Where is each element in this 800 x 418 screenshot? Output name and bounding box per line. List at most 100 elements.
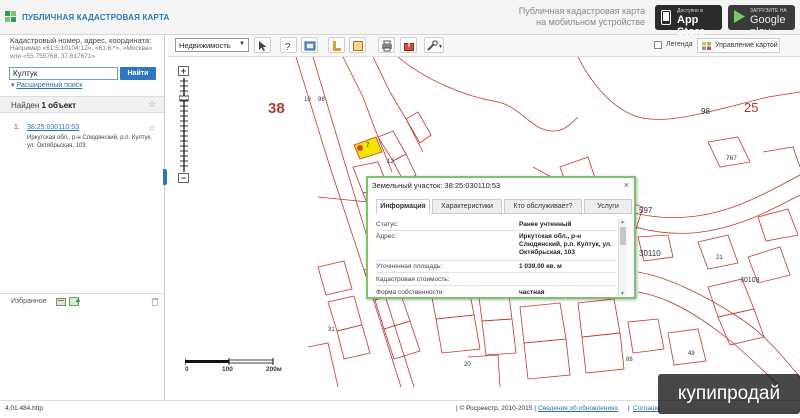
trash-icon[interactable]	[151, 297, 159, 306]
row-label: Кадастровая стоимость:	[376, 276, 450, 283]
tab-who-serves[interactable]: Кто обслуживает?	[504, 199, 582, 214]
map-label: 98	[318, 97, 325, 103]
parcel-info-popup: Земельный участок: 38:25:030110:53 × Инф…	[366, 176, 636, 299]
search-label: Кадастровый номер, адрес, координата:	[10, 36, 152, 45]
map-canvas[interactable]: 38 10 98 98 25 767 597 30110 30103 7 12 …	[168, 57, 800, 387]
play-icon	[734, 10, 745, 23]
export-icon	[404, 41, 414, 51]
svg-text:?: ?	[285, 42, 291, 52]
advanced-search-label: Расширенный поиск	[16, 82, 83, 89]
map-label: 30110	[639, 249, 661, 258]
layers-tool-button[interactable]	[301, 37, 318, 53]
map-label: 49	[688, 351, 695, 357]
results-header: Найден 1 объект ☆	[0, 96, 164, 113]
map-label: 767	[726, 155, 737, 162]
map-label: 7	[366, 143, 370, 149]
close-icon[interactable]: ×	[624, 180, 629, 190]
row-divider	[376, 260, 616, 261]
agreement-link[interactable]: Соглаше	[633, 405, 660, 412]
row-label: Уточненная площадь:	[376, 263, 443, 270]
result-number: 1.	[14, 124, 20, 131]
search-button[interactable]: Найти	[120, 67, 156, 80]
left-panel: Кадастровый номер, адрес, координата: На…	[0, 35, 165, 400]
tab-information[interactable]: Информация	[376, 199, 430, 214]
mobile-promo: Публичная кадастровая карта на мобильном…	[519, 6, 645, 28]
row-divider	[376, 272, 616, 273]
row-value: Ранее учтенный	[519, 221, 572, 228]
map-label: 98	[701, 107, 710, 116]
map-label: 20	[464, 362, 471, 368]
map-label: 88	[626, 357, 633, 363]
map-management-button[interactable]: Управление картой	[697, 38, 780, 53]
legend-checkbox[interactable]	[654, 41, 662, 49]
logo-icon[interactable]	[5, 11, 17, 23]
results-count: Найден 1 объект	[11, 101, 76, 110]
app-store-button[interactable]: Доступно в App Store	[655, 5, 722, 38]
updates-link[interactable]: Сведения об обновлениях	[538, 405, 618, 412]
layer-select[interactable]: Недвижимость ▼	[175, 38, 249, 52]
mobile-promo-line2: на мобильном устройстве	[536, 17, 645, 27]
result-cadastral-link[interactable]: 38:25:030110:53	[27, 124, 79, 131]
popup-info-rows: Статус: Ранее учтенный Адрес: Иркутская …	[376, 219, 616, 297]
collapse-panel-handle[interactable]	[163, 169, 167, 185]
map-management-label: Управление картой	[715, 42, 778, 49]
wrench-icon: ▼	[427, 40, 443, 51]
status-separator: |	[628, 405, 630, 412]
watermark-badge: купипродай	[658, 374, 800, 414]
favorites-label: Избранное	[11, 298, 47, 305]
search-input[interactable]	[9, 67, 118, 80]
layer-select-value: Недвижимость	[179, 41, 231, 50]
zoom-slider[interactable]	[179, 78, 189, 172]
scroll-down-icon[interactable]: ▼	[620, 291, 625, 297]
map-label: 25	[744, 100, 759, 115]
cursor-info-icon	[259, 41, 267, 51]
app-title[interactable]: ПУБЛИЧНАЯ КАДАСТРОВАЯ КАРТА	[22, 13, 170, 22]
phone-icon	[661, 10, 671, 25]
map-label: 31	[328, 327, 335, 333]
popup-tabs: Информация Характеристики Кто обслуживае…	[376, 199, 632, 214]
results-found-count: 1 объект	[41, 101, 77, 110]
result-address: Иркутская обл., р-н Слюдянский, р.п. Кул…	[27, 135, 152, 149]
row-divider	[376, 285, 616, 286]
map-label: 12	[387, 159, 394, 165]
row-value: 1 039.00 кв. м	[519, 263, 562, 270]
scale-label: 100	[222, 366, 233, 373]
tools-menu-button[interactable]: ▼	[424, 37, 444, 53]
status-copyright: | © Росреестр, 2010-2015 |	[456, 405, 536, 412]
map-label: 597	[639, 206, 653, 215]
question-icon: ?	[285, 42, 291, 52]
print-button[interactable]	[378, 37, 395, 53]
export-button[interactable]	[400, 37, 417, 53]
google-play-button[interactable]: ЗАГРУЗИТЕ НА Google play	[728, 5, 795, 38]
row-label: Адрес:	[376, 233, 397, 240]
grid-icon	[702, 42, 711, 50]
scroll-thumb[interactable]	[620, 227, 626, 245]
star-icon[interactable]: ☆	[148, 100, 156, 109]
popup-title: Земельный участок: 38:25:030110:53	[372, 181, 501, 190]
search-hint: Например «61:5:10104:12», «61:6:*», «Мос…	[10, 45, 153, 60]
map-toolbar: Недвижимость ▼ ? ▼ Легенда Управление ка…	[168, 35, 800, 57]
row-value: Иркутская обл., р-н Слюдянский, р.п. Кул…	[519, 233, 612, 256]
row-divider	[376, 230, 616, 231]
zoom-out-button[interactable]: −	[178, 173, 189, 183]
identify-tool-button[interactable]	[254, 37, 271, 53]
chevron-down-icon: ▼	[239, 41, 245, 47]
scale-label: 0	[185, 366, 189, 373]
star-icon[interactable]: ☆	[148, 124, 156, 133]
folder-add-icon[interactable]	[56, 297, 66, 306]
map-add-icon[interactable]	[69, 297, 81, 306]
search-area-tool-button[interactable]: ?	[280, 37, 297, 53]
area-tool-button[interactable]	[349, 37, 366, 53]
map-label: 38	[268, 100, 285, 117]
ruler-icon	[333, 41, 341, 51]
scroll-up-icon[interactable]: ▲	[620, 219, 625, 225]
tab-characteristics[interactable]: Характеристики	[432, 199, 502, 214]
measure-tool-button[interactable]	[328, 37, 345, 53]
tab-services[interactable]: Услуги	[584, 199, 632, 214]
zoom-in-button[interactable]: +	[178, 66, 189, 76]
row-label: Форма собственности:	[376, 289, 445, 296]
advanced-search-link[interactable]: ▾ Расширенный поиск	[11, 81, 82, 89]
legend-label: Легенда	[666, 41, 693, 48]
popup-scrollbar[interactable]: ▲ ▼	[618, 219, 627, 297]
zoom-control: + −	[178, 66, 190, 184]
